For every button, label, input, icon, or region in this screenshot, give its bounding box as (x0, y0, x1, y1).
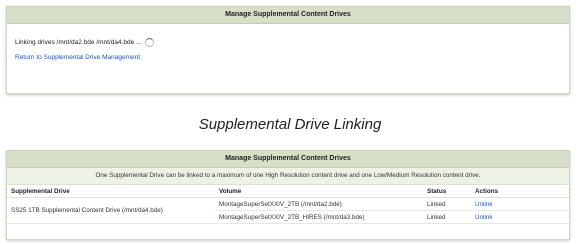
status-cell: Linked (423, 210, 471, 224)
linking-status: Linking drives /mnt/da2.bde /mnt/da4.bde… (15, 38, 569, 47)
return-link[interactable]: Return to Supplemental Drive Management (15, 54, 569, 61)
page-caption: Supplemental Drive Linking (198, 116, 382, 133)
col-header-actions: Actions (471, 185, 569, 198)
status-cell: Linked (423, 197, 471, 211)
col-header-drive: Supplemental Drive (7, 185, 215, 198)
table-header-row: Supplemental Drive Volume Status Actions (7, 185, 569, 198)
volume-cell: MontageSuperSetXXIV_2TB_HIRES (/mnt/da3.… (215, 210, 423, 224)
linking-panel: Manage Supplemental Content Drives Linki… (6, 6, 570, 94)
col-header-status: Status (423, 185, 471, 198)
drives-table: Supplemental Drive Volume Status Actions… (7, 185, 569, 224)
panel-header: Manage Supplemental Content Drives (7, 151, 569, 168)
unlink-button[interactable]: Unlink (475, 214, 493, 221)
actions-cell: Unlink (471, 210, 569, 224)
panel-header: Manage Supplemental Content Drives (7, 7, 569, 24)
panel-note: One Supplemental Drive can be linked to … (7, 168, 569, 185)
spinner-icon (145, 38, 155, 47)
actions-cell: Unlink (471, 197, 569, 211)
volume-cell: MontageSuperSetXXIV_2TB (/mnt/da2.bde) (215, 197, 423, 211)
col-header-volume: Volume (215, 185, 423, 198)
drive-cell: SS25 1TB Supplemental Content Drive (/mn… (7, 197, 215, 224)
table-row: SS25 1TB Supplemental Content Drive (/mn… (7, 197, 569, 224)
drives-panel: Manage Supplemental Content Drives One S… (6, 150, 570, 240)
linking-status-text: Linking drives /mnt/da2.bde /mnt/da4.bde… (15, 39, 142, 46)
unlink-button[interactable]: Unlink (475, 201, 493, 208)
